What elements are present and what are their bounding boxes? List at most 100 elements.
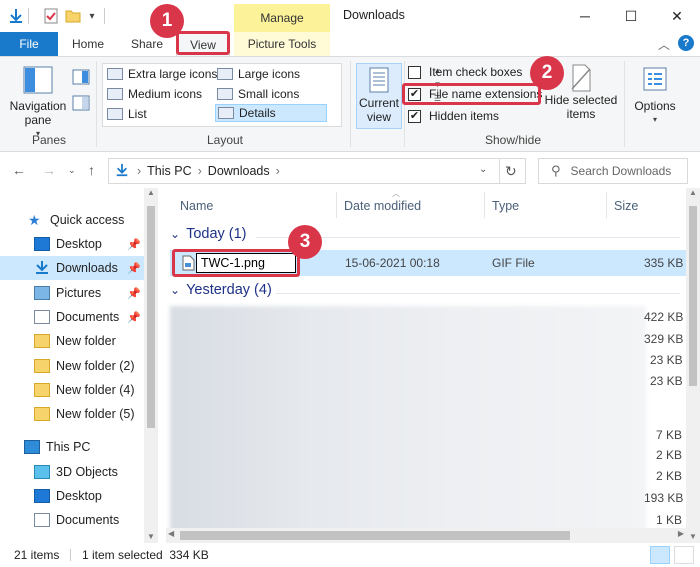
options-button[interactable]: Options ▾ [628,65,682,127]
maximize-button[interactable]: ☐ [608,0,654,32]
search-placeholder: Search Downloads [570,164,672,178]
scroll-up-icon[interactable]: ▲ [686,188,700,197]
layout-large-icons[interactable]: Large icons [217,65,300,83]
column-divider[interactable] [336,192,337,218]
breadcrumb-downloads[interactable]: Downloads [208,164,270,178]
size-cell: 7 KB [656,428,683,442]
column-date-modified[interactable]: Date modified [344,196,421,216]
nav-pane-scrollbar[interactable]: ▲ ▼ [144,188,158,543]
hidden-items-checkbox[interactable]: ✔ [408,109,421,123]
address-bar[interactable]: › This PC › Downloads › ⌄ ↻ [108,158,526,184]
nav-quick-access-label: Quick access [50,213,125,227]
hidden-items-option[interactable]: ✔ Hidden items [408,107,499,125]
nav-new-folder[interactable]: New folder [0,329,145,353]
refresh-icon[interactable]: ↻ [505,163,517,180]
pin-icon[interactable]: 📌 [127,311,141,324]
back-arrow-icon[interactable]: ← [12,162,26,178]
tab-file[interactable]: File [0,32,58,56]
breadcrumb-this-pc[interactable]: This PC [147,164,191,178]
nav-pc-desktop[interactable]: Desktop [0,484,145,508]
details-icon [218,107,234,119]
show-hide-group-label: Show/hide [484,133,542,147]
small-icons-label: Small icons [238,87,300,101]
group-yesterday[interactable]: ⌄ Yesterday (4) [170,282,272,298]
layout-extra-large-icons[interactable]: Extra large icons [107,65,217,83]
scroll-right-icon[interactable]: ▶ [678,529,684,538]
nav-quick-access[interactable]: ★ Quick access [0,208,145,232]
details-view-toggle-icon[interactable] [650,546,670,564]
search-box[interactable]: ⚲ Search Downloads [538,158,688,184]
medium-icons-icon [107,88,123,100]
forward-arrow-icon[interactable]: → [42,162,56,178]
file-list-vertical-scrollbar[interactable]: ▲ ▼ [686,188,700,543]
customize-qa-chevron-icon[interactable]: ▾ [86,6,98,26]
extra-large-icons-label: Extra large icons [128,67,218,81]
breadcrumb-chevron-icon[interactable]: › [276,164,280,178]
3d-objects-icon [34,465,50,479]
nav-pane-scroll-thumb[interactable] [147,206,155,428]
help-icon[interactable]: ? [678,35,694,51]
properties-check-icon[interactable] [42,6,60,26]
collapse-ribbon-chevron-icon[interactable]: ︿ [658,36,670,53]
scroll-down-icon[interactable]: ▼ [144,532,158,541]
column-name[interactable]: Name [180,196,213,216]
tab-home[interactable]: Home [64,32,112,56]
nav-new-folder-label: New folder [56,334,116,348]
quick-access-down-arrow-icon[interactable] [6,6,26,26]
column-size[interactable]: Size [614,196,638,216]
manage-context-tab[interactable]: Manage [234,4,330,32]
layout-medium-icons[interactable]: Medium icons [107,85,202,103]
layout-small-icons[interactable]: Small icons [217,85,299,103]
navigation-pane-button[interactable]: Navigation pane ▾ [6,65,70,141]
file-list-horizontal-scrollbar[interactable]: ◀ ▶ [166,528,686,543]
navigation-pane: ★ Quick access Desktop 📌 Downloads 📌 Pic… [0,188,158,543]
new-folder-icon[interactable] [64,6,82,26]
pin-icon[interactable]: 📌 [127,262,141,275]
breadcrumb-chevron-icon[interactable]: › [198,164,202,178]
nav-pictures[interactable]: Pictures 📌 [0,281,145,305]
pin-icon[interactable]: 📌 [127,238,141,251]
column-divider[interactable] [484,192,485,218]
pin-icon[interactable]: 📌 [127,287,141,300]
nav-new-folder-2[interactable]: New folder (2) [0,354,145,378]
current-view-button[interactable]: Current view [356,63,402,129]
details-pane-icon[interactable] [72,95,90,114]
column-type[interactable]: Type [492,196,519,216]
size-cell: 422 KB [644,310,684,324]
file-list-hscroll-thumb[interactable] [180,531,570,540]
address-dropdown-chevron-icon[interactable]: ⌄ [479,164,487,175]
nav-downloads[interactable]: Downloads 📌 [0,256,145,280]
group-collapse-chevron-icon[interactable]: ⌄ [170,227,180,241]
file-list-scroll-thumb[interactable] [689,206,697,386]
large-icons-view-toggle-icon[interactable] [674,546,694,564]
scroll-up-icon[interactable]: ▲ [144,188,158,197]
nav-desktop[interactable]: Desktop 📌 [0,232,145,256]
breadcrumb-chevron-icon[interactable]: › [137,164,141,178]
up-arrow-icon[interactable]: ↑ [88,162,95,178]
scroll-down-icon[interactable]: ▼ [686,532,700,541]
scroll-left-icon[interactable]: ◀ [168,529,174,538]
close-button[interactable]: ✕ [654,0,700,32]
nav-new-folder-4[interactable]: New folder (4) [0,378,145,402]
group-today[interactable]: ⌄ Today (1) [170,226,247,242]
nav-documents[interactable]: Documents 📌 [0,305,145,329]
nav-3d-objects[interactable]: 3D Objects [0,460,145,484]
layout-details[interactable]: Details [215,104,327,122]
nav-new-folder-5[interactable]: New folder (5) [0,402,145,426]
item-check-boxes-option[interactable]: Item check boxes [408,63,522,81]
tab-picture-tools[interactable]: Picture Tools [234,32,330,56]
nav-this-pc[interactable]: This PC [0,435,145,459]
nav-new-folder-5-label: New folder (5) [56,407,135,421]
minimize-button[interactable]: ─ [562,0,608,32]
desktop-icon [34,237,50,251]
recent-locations-chevron-icon[interactable]: ⌄ [68,165,76,176]
preview-pane-icon[interactable] [72,69,90,88]
downloads-icon [34,261,50,275]
title-bar: ▾ Manage Downloads ─ ☐ ✕ [0,0,700,32]
layout-list[interactable]: List [107,105,147,123]
nav-pc-documents[interactable]: Documents [0,508,145,532]
column-divider[interactable] [606,192,607,218]
item-check-boxes-checkbox[interactable] [408,65,421,79]
group-collapse-chevron-icon[interactable]: ⌄ [170,283,180,297]
callout-3: 3 [288,225,322,259]
